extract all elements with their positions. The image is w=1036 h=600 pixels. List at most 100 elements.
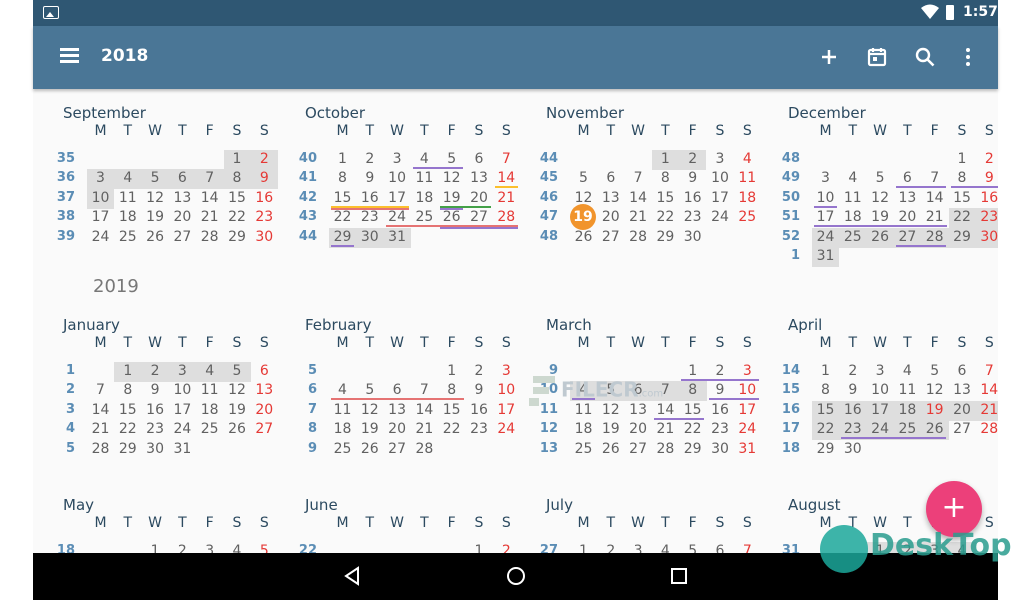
- calendar-day[interactable]: 31: [734, 440, 761, 459]
- calendar-day[interactable]: 5: [679, 542, 706, 553]
- week-number[interactable]: 22: [291, 543, 317, 553]
- calendar-day[interactable]: 21: [976, 401, 998, 420]
- calendar-day[interactable]: 12: [867, 189, 894, 208]
- calendar-day[interactable]: 6: [169, 169, 196, 188]
- week-number[interactable]: 27: [532, 543, 558, 553]
- calendar-day[interactable]: 8: [224, 169, 251, 188]
- month-name[interactable]: August: [788, 496, 841, 514]
- calendar-day[interactable]: 6: [707, 542, 734, 553]
- week-number[interactable]: 35: [49, 151, 75, 166]
- plus-icon[interactable]: [815, 43, 843, 71]
- calendar-day[interactable]: 14: [87, 401, 114, 420]
- week-number[interactable]: 5: [291, 363, 317, 378]
- calendar-day[interactable]: 8: [114, 381, 141, 400]
- calendar-day[interactable]: 14: [976, 381, 998, 400]
- calendar-day[interactable]: 3: [196, 542, 223, 553]
- calendar-day[interactable]: 25: [196, 420, 223, 439]
- calendar-day[interactable]: 8: [329, 169, 356, 188]
- calendar-day[interactable]: 24: [734, 420, 761, 439]
- calendar-day[interactable]: 8: [679, 381, 706, 400]
- calendar-day[interactable]: 11: [894, 381, 921, 400]
- week-number[interactable]: 44: [291, 229, 317, 244]
- calendar-day[interactable]: 6: [597, 169, 624, 188]
- calendar-day[interactable]: 22: [438, 420, 465, 439]
- calendar-day[interactable]: 7: [976, 362, 998, 381]
- calendar-day[interactable]: 26: [570, 228, 597, 247]
- calendar-day[interactable]: 21: [196, 208, 223, 227]
- week-number[interactable]: 6: [291, 382, 317, 397]
- calendar-day[interactable]: 23: [679, 208, 706, 227]
- month-name[interactable]: January: [63, 316, 120, 334]
- calendar-day[interactable]: 18: [114, 208, 141, 227]
- calendar-day[interactable]: 5: [921, 362, 948, 381]
- calendar-day[interactable]: 9: [839, 381, 866, 400]
- calendar-day[interactable]: 12: [356, 401, 383, 420]
- calendar-day[interactable]: 14: [921, 189, 948, 208]
- calendar-day[interactable]: 31: [812, 247, 839, 266]
- week-number[interactable]: 49: [774, 170, 800, 185]
- calendar-day[interactable]: 9: [679, 169, 706, 188]
- calendar-day[interactable]: 29: [679, 440, 706, 459]
- week-number[interactable]: 17: [774, 421, 800, 436]
- calendar-day[interactable]: 1: [142, 542, 169, 553]
- calendar-day[interactable]: 11: [839, 189, 866, 208]
- calendar-day[interactable]: 12: [921, 381, 948, 400]
- calendar-day[interactable]: 10: [384, 169, 411, 188]
- month-name[interactable]: April: [788, 316, 822, 334]
- calendar-day[interactable]: 16: [839, 401, 866, 420]
- calendar-day[interactable]: 13: [251, 381, 278, 400]
- calendar-day[interactable]: 28: [652, 440, 679, 459]
- calendar-day[interactable]: 11: [114, 189, 141, 208]
- calendar-day[interactable]: 21: [652, 420, 679, 439]
- calendar-day[interactable]: 27: [597, 228, 624, 247]
- week-number[interactable]: 7: [291, 402, 317, 417]
- calendar-day[interactable]: 7: [196, 169, 223, 188]
- calendar-day[interactable]: 1: [812, 362, 839, 381]
- calendar-day[interactable]: 23: [707, 420, 734, 439]
- month-september[interactable]: September M T W T F S S 35 1 2 36 3 4 5 6 7 8 9 37 10 11 12 13 1…: [49, 104, 279, 256]
- calendar-day[interactable]: 15: [114, 401, 141, 420]
- month-name[interactable]: December: [788, 104, 866, 122]
- calendar-day[interactable]: 15: [812, 401, 839, 420]
- calendar-day[interactable]: 25: [114, 228, 141, 247]
- calendar-day[interactable]: 23: [976, 208, 998, 227]
- calendar-day[interactable]: 29: [812, 440, 839, 459]
- calendar-day[interactable]: 1: [652, 150, 679, 169]
- calendar-day[interactable]: 16: [679, 189, 706, 208]
- calendar-day[interactable]: 1: [224, 150, 251, 169]
- calendar-day[interactable]: 2: [169, 542, 196, 553]
- week-number[interactable]: 36: [49, 170, 75, 185]
- week-number[interactable]: 1: [774, 248, 800, 263]
- calendar-day[interactable]: 11: [196, 381, 223, 400]
- month-december[interactable]: December M T W T F S S 48 1 2 49 3 4 5 6 7 8 9 50 10 11 12 13 14…: [774, 104, 998, 275]
- calendar-day[interactable]: 19: [921, 401, 948, 420]
- week-number[interactable]: 43: [291, 209, 317, 224]
- calendar-day[interactable]: 25: [839, 228, 866, 247]
- calendar-day[interactable]: 16: [142, 401, 169, 420]
- week-number[interactable]: 18: [49, 543, 75, 553]
- calendar-day[interactable]: 27: [251, 420, 278, 439]
- calendar-day[interactable]: 2: [976, 150, 998, 169]
- week-number[interactable]: 31: [774, 543, 800, 553]
- calendar-day[interactable]: 26: [867, 228, 894, 247]
- calendar-day[interactable]: 24: [493, 420, 520, 439]
- calendar-day[interactable]: 10: [493, 381, 520, 400]
- calendar-day[interactable]: 5: [867, 169, 894, 188]
- calendar-day[interactable]: 28: [196, 228, 223, 247]
- month-name[interactable]: July: [546, 496, 573, 514]
- calendar-day[interactable]: 30: [142, 440, 169, 459]
- calendar-day[interactable]: 30: [839, 440, 866, 459]
- calendar-day[interactable]: 24: [169, 420, 196, 439]
- calendar-day[interactable]: 1: [329, 150, 356, 169]
- week-number[interactable]: 15: [774, 382, 800, 397]
- calendar-day[interactable]: 10: [867, 381, 894, 400]
- calendar-day[interactable]: 9: [356, 169, 383, 188]
- month-january[interactable]: January M T W T F S S 1 1 2 3 4 5 6 2 7 8 9 10 11 12 13 3 14 15 16…: [49, 316, 273, 468]
- calendar-day[interactable]: 17: [734, 401, 761, 420]
- calendar-day[interactable]: 4: [114, 169, 141, 188]
- calendar-day[interactable]: 18: [570, 420, 597, 439]
- week-number[interactable]: 50: [774, 190, 800, 205]
- calendar-day[interactable]: 28: [976, 420, 998, 439]
- week-number[interactable]: 47: [532, 209, 558, 224]
- calendar-day[interactable]: 27: [949, 420, 976, 439]
